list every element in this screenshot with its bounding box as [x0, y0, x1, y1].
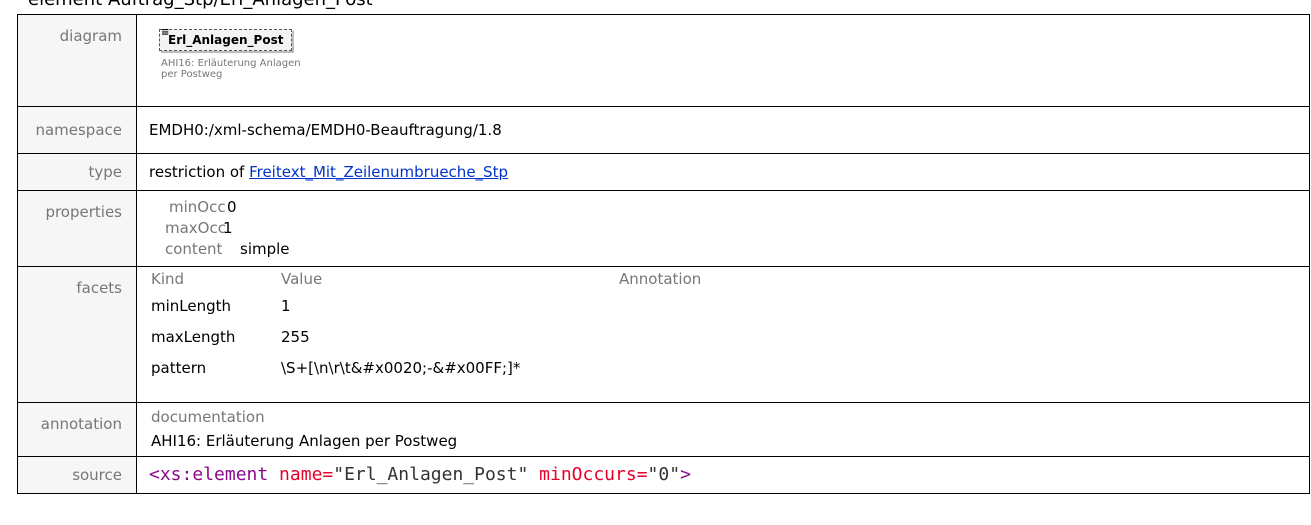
page-heading: element Auftrag_Stp/Erl_Anlagen_Post	[28, 0, 373, 9]
facets-table: Kind Value Annotation minLength 1 maxLen…	[151, 270, 701, 383]
facets-row: facets Kind Value Annotation minLength 1…	[17, 266, 1310, 403]
properties-label: properties	[17, 190, 137, 267]
property-key: minOcc	[169, 198, 226, 216]
type-row: type restriction of Freitext_Mit_Zeilenu…	[17, 153, 1310, 191]
property-value: 1	[223, 219, 233, 237]
namespace-value: EMDH0:/xml-schema/EMDH0-Beauftragung/1.8	[136, 106, 1310, 154]
facets-header-annotation: Annotation	[619, 270, 702, 288]
diagram-cell: ≡ Erl_Anlagen_Post AHI16: Erläuterung An…	[136, 14, 1310, 107]
element-diagram-box[interactable]: ≡ Erl_Anlagen_Post	[159, 27, 293, 51]
properties-row: properties minOcc0 maxOcc1 content simple	[17, 190, 1310, 267]
namespace-label: namespace	[17, 106, 137, 154]
diagram-element-name: Erl_Anlagen_Post	[168, 33, 284, 47]
properties-cell: minOcc0 maxOcc1 content simple	[136, 190, 1310, 267]
diagram-label: diagram	[17, 14, 137, 107]
facets-cell: Kind Value Annotation minLength 1 maxLen…	[136, 266, 1310, 403]
source-row: source <xs:element name="Erl_Anlagen_Pos…	[17, 456, 1310, 494]
source-code: <xs:element name="Erl_Anlagen_Post" minO…	[149, 457, 1309, 493]
source-attr-value: "0"	[647, 464, 681, 485]
facet-kind: minLength	[151, 296, 232, 315]
diagram-row: diagram ≡ Erl_Anlagen_Post AHI16: Erläut…	[17, 14, 1310, 107]
facets-header-value: Value	[281, 270, 323, 288]
documentation-text: AHI16: Erläuterung Anlagen per Postweg	[151, 432, 458, 450]
property-value: 0	[227, 198, 237, 216]
property-key: content	[165, 240, 223, 258]
facets-header: Kind Value Annotation	[151, 270, 701, 290]
property-item: maxOcc1	[149, 218, 1309, 239]
properties-list: minOcc0 maxOcc1 content simple	[149, 197, 1309, 260]
property-value: simple	[240, 240, 290, 258]
annotation-row: annotation documentation AHI16: Erläuter…	[17, 402, 1310, 457]
source-tag-open: <xs:element	[149, 464, 269, 485]
element-marker-icon: ≡	[161, 27, 170, 38]
facets-label: facets	[17, 266, 137, 403]
facet-row: minLength 1	[151, 290, 701, 321]
source-attr-name: name=	[268, 464, 334, 485]
facet-annotation	[619, 352, 701, 383]
property-key: maxOcc	[165, 219, 226, 237]
facet-row: maxLength 255	[151, 321, 701, 352]
annotation-label: annotation	[17, 402, 137, 457]
property-item: content simple	[149, 239, 1309, 260]
schema-doc-table: diagram ≡ Erl_Anlagen_Post AHI16: Erläut…	[17, 14, 1310, 494]
documentation-heading: documentation	[151, 408, 265, 426]
type-label: type	[17, 153, 137, 191]
facet-annotation	[619, 321, 701, 352]
namespace-row: namespace EMDH0:/xml-schema/EMDH0-Beauft…	[17, 106, 1310, 154]
property-item: minOcc0	[149, 197, 1309, 218]
facet-value: 255	[281, 327, 310, 346]
facet-row: pattern \S+[\n\r\t&#x0020;-&#x00FF;]*	[151, 352, 701, 383]
type-prefix: restriction of	[149, 163, 250, 181]
facet-value: 1	[281, 296, 291, 315]
source-attr-value: "Erl_Anlagen_Post"	[333, 464, 529, 485]
facet-kind: pattern	[151, 358, 207, 377]
facets-header-kind: Kind	[151, 270, 185, 288]
annotation-cell: documentation AHI16: Erläuterung Anlagen…	[136, 402, 1310, 457]
source-label: source	[17, 456, 137, 494]
facet-kind: maxLength	[151, 327, 236, 346]
source-cell: <xs:element name="Erl_Anlagen_Post" minO…	[136, 456, 1310, 494]
facet-value: \S+[\n\r\t&#x0020;-&#x00FF;]*	[281, 358, 521, 377]
facet-annotation	[619, 290, 701, 321]
type-link[interactable]: Freitext_Mit_Zeilenumbrueche_Stp	[249, 163, 508, 181]
source-tag-close: >	[680, 464, 691, 485]
type-value: restriction of Freitext_Mit_Zeilenumbrue…	[136, 153, 1310, 191]
diagram-annotation: AHI16: Erläuterung Anlagen per Postweg	[161, 58, 301, 80]
source-attr-minoccurs: minOccurs=	[528, 464, 648, 485]
